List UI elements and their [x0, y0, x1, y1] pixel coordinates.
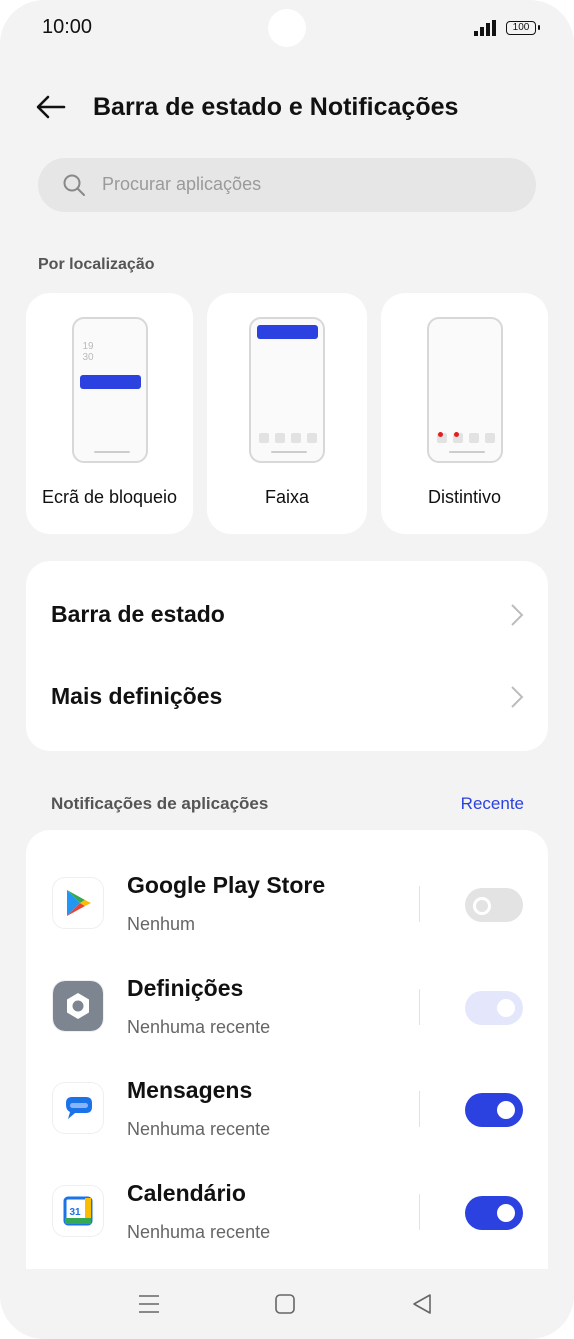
back-arrow-icon[interactable] [34, 90, 68, 124]
app-status: Nenhuma recente [127, 1017, 271, 1037]
banner-preview [249, 317, 325, 463]
calendar-icon: 31 [53, 1186, 103, 1236]
search-icon [63, 174, 85, 196]
app-name: Mensagens [127, 1077, 253, 1103]
page-title: Barra de estado e Notificações [93, 93, 459, 121]
search-placeholder: Procurar aplicações [102, 174, 262, 194]
notification-toggle[interactable] [465, 1196, 523, 1230]
preview-clock: 19 30 [82, 341, 94, 363]
settings-gear-icon [53, 981, 103, 1031]
settings-card: Barra de estado Mais definições [26, 561, 548, 751]
sort-recent-link[interactable]: Recente [461, 794, 524, 814]
app-status: Nenhum [127, 914, 196, 934]
app-row-play-store[interactable]: Google Play Store Nenhum [26, 860, 548, 960]
location-card-label: Distintivo [427, 487, 502, 507]
app-row-calendar[interactable]: 31 Calendário Nenhuma recente [26, 1168, 548, 1268]
preview-banner [257, 325, 318, 339]
back-triangle-icon[interactable] [410, 1293, 436, 1315]
notification-toggle[interactable] [465, 991, 523, 1025]
location-card-label: Ecrã de bloqueio [41, 487, 178, 507]
messages-icon [53, 1083, 103, 1133]
app-status: Nenhuma recente [127, 1222, 271, 1242]
location-card-badge[interactable]: Distintivo [381, 293, 548, 534]
phone-screen: 10:00 100 Barra de estado e Notificações… [0, 0, 574, 1339]
apps-list: Google Play Store Nenhum Definições Nenh… [26, 830, 548, 1280]
status-bar-row[interactable]: Barra de estado [26, 575, 548, 655]
battery-icon: 100 [506, 21, 540, 35]
location-card-label: Faixa [264, 487, 309, 507]
row-label: Mais definições [51, 683, 223, 709]
more-settings-row[interactable]: Mais definições [26, 657, 548, 737]
chevron-right-icon [511, 604, 524, 626]
signal-icon [474, 20, 496, 36]
svg-text:31: 31 [69, 1207, 81, 1218]
location-card-lockscreen[interactable]: 19 30 Ecrã de bloqueio [26, 293, 193, 534]
preview-notification [79, 375, 141, 389]
row-label: Barra de estado [51, 601, 225, 627]
app-row-settings[interactable]: Definições Nenhuma recente [26, 963, 548, 1063]
notification-toggle[interactable] [465, 888, 523, 922]
badge-preview [426, 317, 503, 463]
app-name: Calendário [127, 1180, 246, 1206]
play-store-icon [53, 878, 103, 928]
app-name: Definições [127, 975, 244, 1001]
navigation-bar [0, 1269, 574, 1339]
chevron-right-icon [511, 686, 524, 708]
lockscreen-preview: 19 30 [71, 317, 148, 463]
menu-icon[interactable] [136, 1293, 162, 1315]
camera-cutout [268, 9, 306, 47]
app-row-messages[interactable]: Mensagens Nenhuma recente [26, 1065, 548, 1165]
status-time: 10:00 [42, 16, 93, 38]
home-icon[interactable] [272, 1293, 298, 1315]
location-section-label: Por localização [38, 256, 155, 273]
notification-toggle[interactable] [465, 1093, 523, 1127]
app-status: Nenhuma recente [127, 1119, 271, 1139]
app-notifications-label: Notificações de aplicações [51, 794, 269, 813]
search-input[interactable]: Procurar aplicações [38, 158, 536, 212]
app-name: Google Play Store [127, 872, 326, 898]
location-card-banner[interactable]: Faixa [207, 293, 367, 534]
